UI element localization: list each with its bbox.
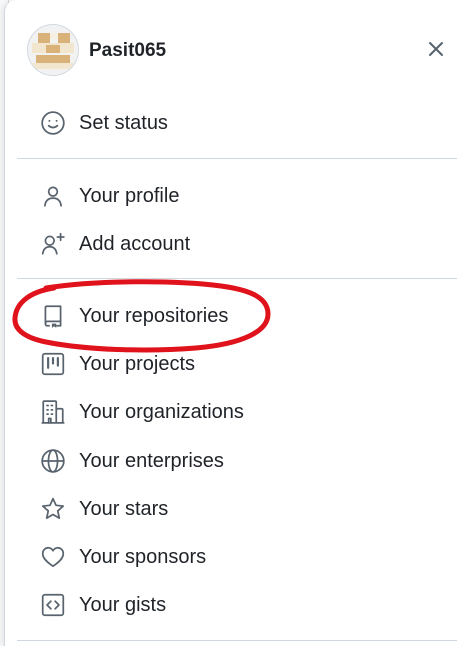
globe-icon	[39, 447, 67, 475]
smiley-icon	[39, 109, 67, 137]
menu-item-your-enterprises[interactable]: Your enterprises	[17, 439, 446, 483]
menu-item-your-organizations[interactable]: Your organizations	[17, 390, 446, 434]
menu-item-your-repositories[interactable]: Your repositories	[17, 294, 446, 338]
menu-item-your-sponsors[interactable]: Your sponsors	[17, 535, 446, 579]
close-icon	[429, 42, 443, 56]
star-icon	[39, 495, 67, 523]
person-icon	[39, 182, 67, 210]
heart-icon	[39, 543, 67, 571]
code-square-icon	[39, 591, 67, 619]
menu-item-label: Set status	[79, 111, 168, 134]
menu-item-label: Your gists	[79, 593, 167, 616]
user-menu-panel: Pasit065 Set status Your profile Add acc…	[4, 0, 457, 646]
menu-item-label: Your enterprises	[79, 449, 224, 472]
menu-divider	[17, 158, 457, 159]
close-button[interactable]	[423, 36, 449, 62]
menu-item-label: Your projects	[79, 352, 195, 375]
repo-icon	[39, 302, 67, 330]
menu-item-label: Your stars	[79, 497, 169, 520]
menu-item-label: Your repositories	[79, 304, 229, 327]
avatar[interactable]	[27, 24, 79, 76]
organization-icon	[39, 398, 67, 426]
menu-item-your-projects[interactable]: Your projects	[17, 342, 446, 386]
menu-item-label: Your sponsors	[79, 545, 207, 568]
menu-item-add-account[interactable]: Add account	[17, 222, 446, 266]
menu-item-set-status[interactable]: Set status	[17, 101, 446, 145]
menu-item-label: Add account	[79, 232, 191, 255]
person-add-icon	[39, 230, 67, 258]
menu-divider	[17, 640, 457, 641]
username: Pasit065	[89, 40, 167, 61]
menu-item-label: Your organizations	[79, 400, 244, 423]
menu-divider	[17, 278, 457, 279]
menu-item-label: Your profile	[79, 184, 180, 207]
menu-item-your-profile[interactable]: Your profile	[17, 174, 446, 218]
menu-item-your-stars[interactable]: Your stars	[17, 487, 446, 531]
project-icon	[39, 350, 67, 378]
menu-item-your-gists[interactable]: Your gists	[17, 583, 446, 627]
user-menu-header: Pasit065	[5, 0, 457, 100]
